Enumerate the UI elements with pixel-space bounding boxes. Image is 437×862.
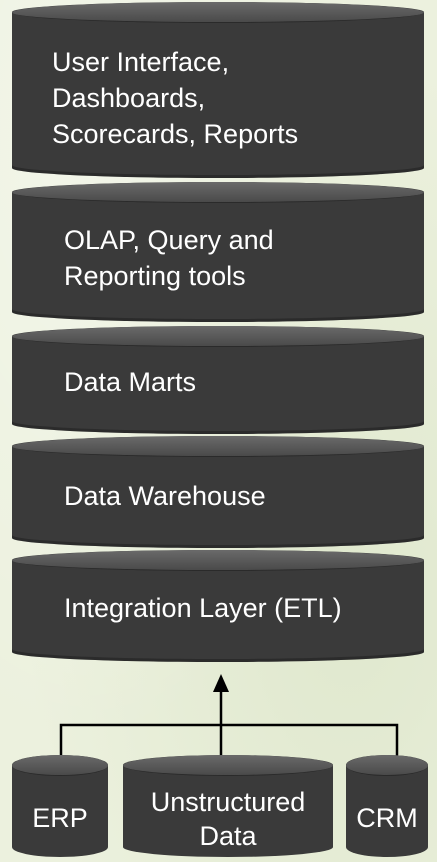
source-connector	[59, 674, 399, 760]
source-unstructured-data: Unstructured Data	[123, 755, 333, 857]
up-arrow-icon	[213, 674, 229, 692]
source-erp: ERP	[12, 755, 108, 857]
source-erp-label: ERP	[32, 803, 88, 833]
source-unstructured-data-label: Unstructured Data	[150, 787, 306, 851]
source-crm: CRM	[346, 755, 428, 857]
source-crm-label: CRM	[356, 803, 418, 833]
